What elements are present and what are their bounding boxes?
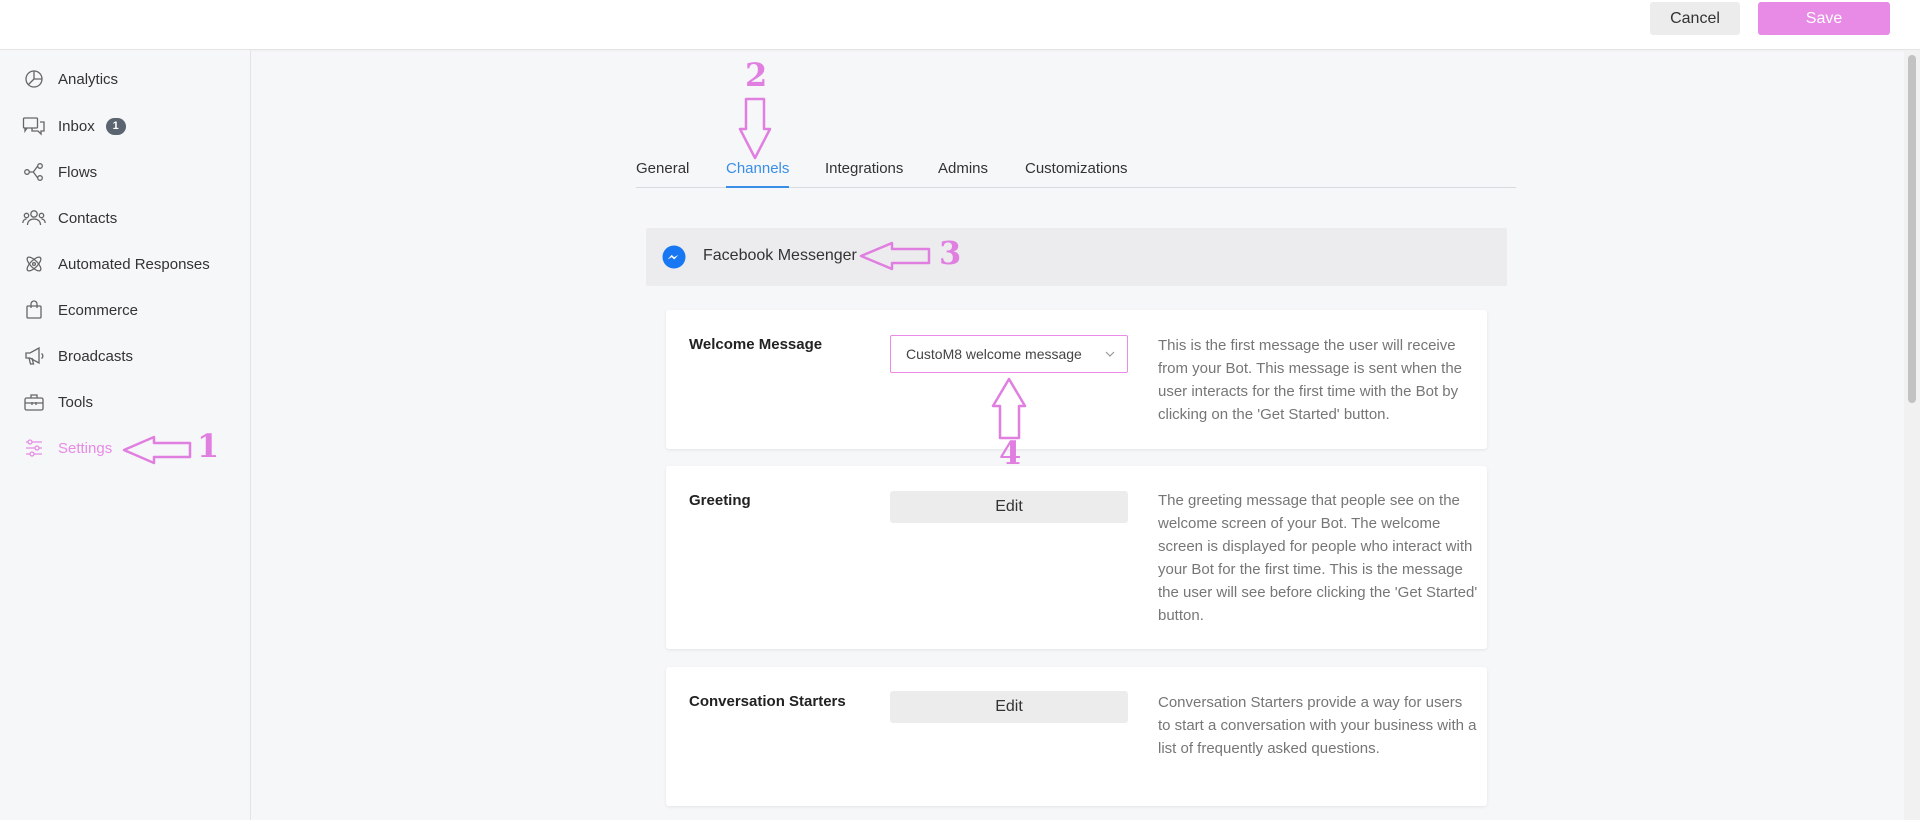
annotation-number: 2 <box>745 56 768 94</box>
annotation-number: 3 <box>939 234 962 272</box>
annotation-number: 4 <box>999 434 1022 472</box>
annotation-number: 1 <box>197 427 220 465</box>
annotation-arrows <box>122 97 1027 465</box>
